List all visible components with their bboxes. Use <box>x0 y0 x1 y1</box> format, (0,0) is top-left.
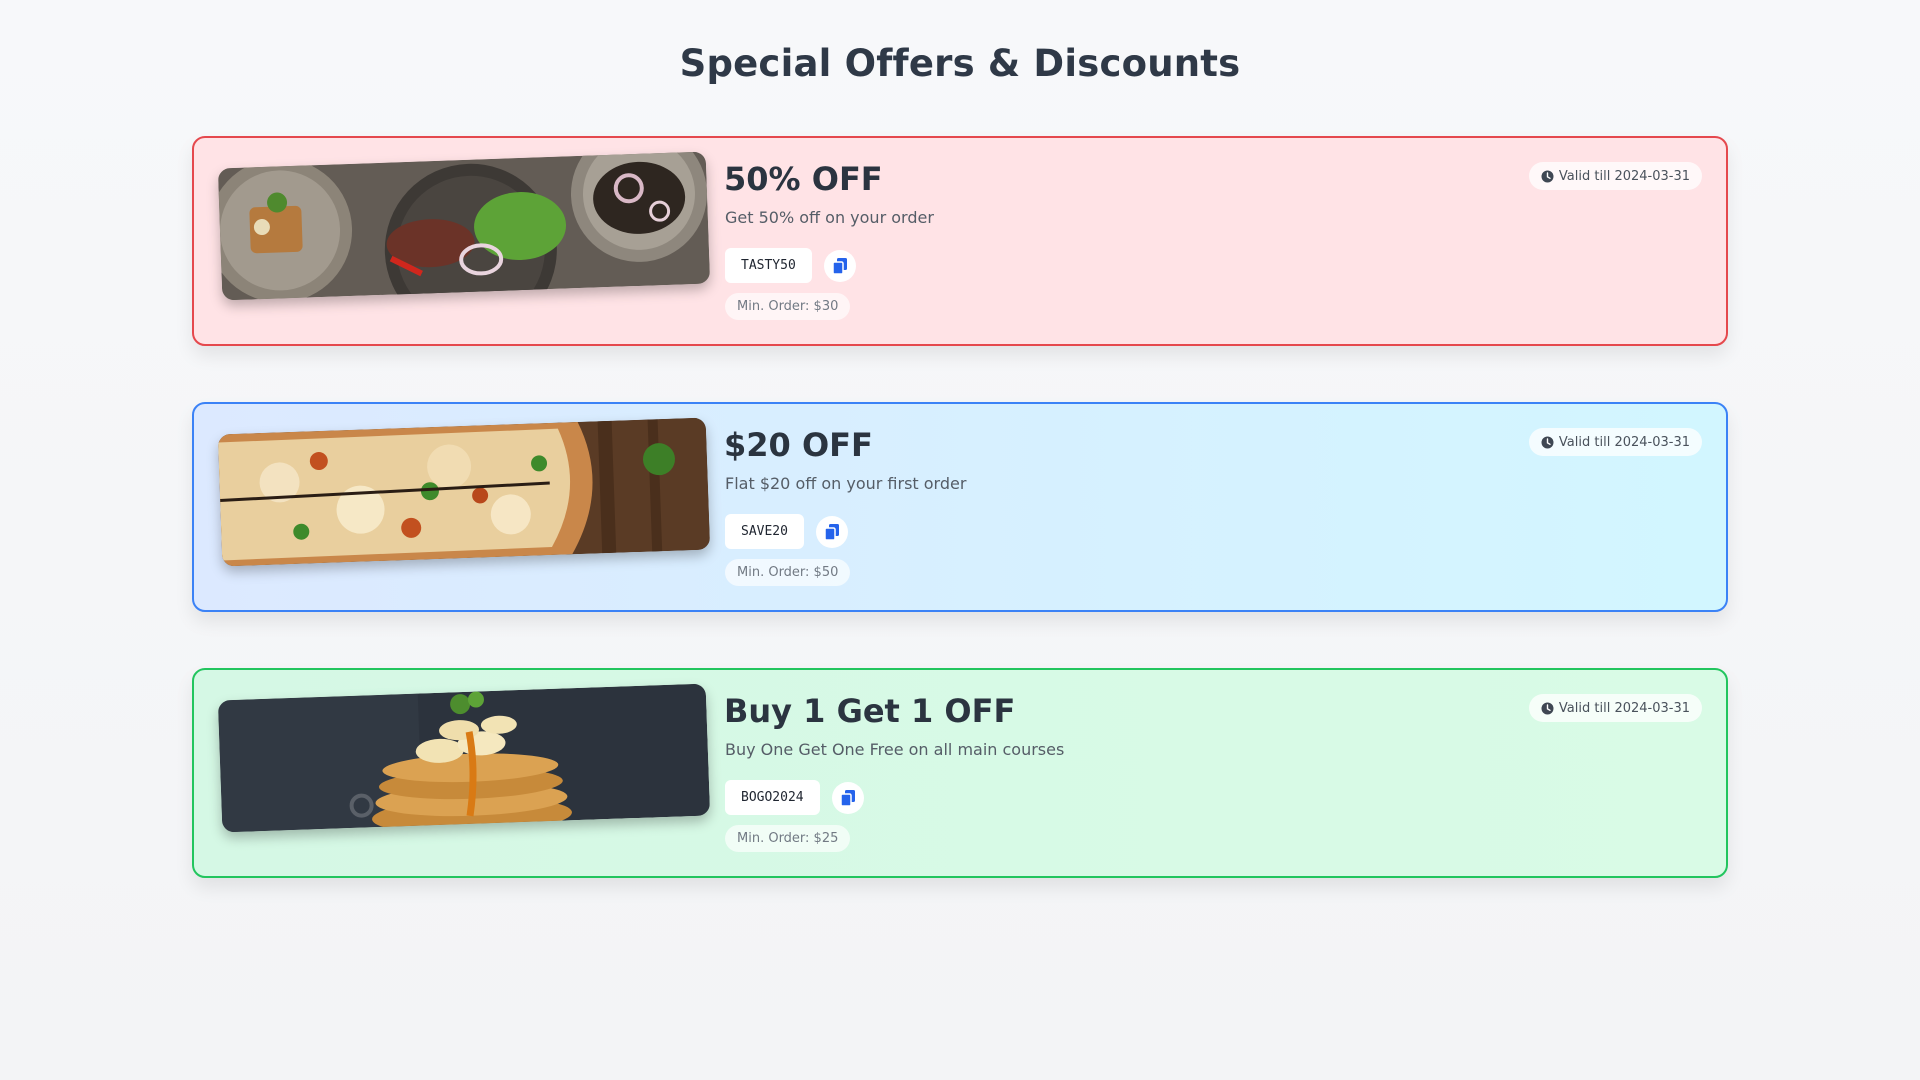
coupon-code[interactable]: TASTY50 <box>725 248 812 283</box>
coupon-code-row: BOGO2024 <box>725 780 864 815</box>
offer-image-pancakes <box>217 683 711 833</box>
min-order-badge: Min. Order: $50 <box>725 559 851 586</box>
validity-text: Valid till 2024-03-31 <box>1558 168 1690 184</box>
copy-icon <box>840 789 855 806</box>
coupon-code[interactable]: SAVE20 <box>725 514 804 549</box>
copy-icon <box>824 523 839 540</box>
offer-image-food-platter <box>217 151 711 301</box>
validity-text: Valid till 2024-03-31 <box>1558 434 1690 450</box>
offer-card: $20 OFF Flat $20 off on your first order… <box>192 402 1728 612</box>
coupon-code-row: SAVE20 <box>725 514 848 549</box>
clock-icon <box>1541 170 1554 182</box>
validity-badge: Valid till 2024-03-31 <box>1528 428 1702 456</box>
page-title: Special Offers & Discounts <box>679 42 1241 85</box>
offer-description: Flat $20 off on your first order <box>725 474 967 493</box>
copy-code-button[interactable] <box>823 249 856 282</box>
coupon-code[interactable]: BOGO2024 <box>725 780 820 815</box>
copy-code-button[interactable] <box>831 781 864 814</box>
coupon-code-row: TASTY50 <box>725 248 856 283</box>
min-order-badge: Min. Order: $25 <box>725 825 851 852</box>
offer-title: 50% OFF <box>724 160 883 198</box>
offer-card: 50% OFF Get 50% off on your order TASTY5… <box>192 136 1728 346</box>
validity-badge: Valid till 2024-03-31 <box>1528 162 1702 190</box>
offer-description: Get 50% off on your order <box>725 208 934 227</box>
offer-title: Buy 1 Get 1 OFF <box>724 692 1016 730</box>
offer-description: Buy One Get One Free on all main courses <box>725 740 1065 759</box>
clock-icon <box>1541 702 1554 714</box>
validity-text: Valid till 2024-03-31 <box>1558 700 1690 716</box>
offer-title: $20 OFF <box>724 426 873 464</box>
min-order-badge: Min. Order: $30 <box>725 293 851 320</box>
offer-card: Buy 1 Get 1 OFF Buy One Get One Free on … <box>192 668 1728 878</box>
copy-icon <box>832 257 847 274</box>
clock-icon <box>1541 436 1554 448</box>
offer-image-pizza <box>217 417 711 567</box>
copy-code-button[interactable] <box>815 515 848 548</box>
validity-badge: Valid till 2024-03-31 <box>1528 694 1702 722</box>
